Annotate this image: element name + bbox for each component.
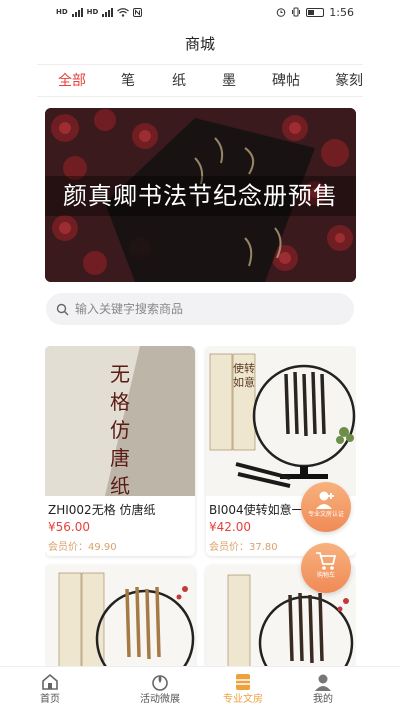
fab-label: 购物车 — [316, 572, 335, 579]
activity-icon — [152, 675, 168, 691]
search-icon — [56, 303, 69, 315]
nav-profile[interactable]: 我的 — [273, 667, 373, 711]
tab-ink[interactable]: 墨 — [222, 65, 236, 96]
cart-fab[interactable]: 购物车 — [301, 543, 351, 593]
tab-rubbings[interactable]: 碑帖 — [272, 65, 300, 96]
tab-seal-carving[interactable]: 篆刻 — [335, 65, 363, 96]
product-image: 无格仿唐纸 — [45, 346, 195, 496]
signal-icon-2 — [102, 7, 114, 17]
status-time: 1:56 — [329, 5, 354, 19]
brush-set-image — [206, 346, 356, 496]
promo-banner[interactable]: 颜真卿书法节纪念册预售 — [45, 108, 356, 282]
nav-label: 我的 — [313, 694, 333, 705]
category-tabs: 全部 笔 纸 墨 碑帖 篆刻 — [37, 64, 363, 97]
status-left: HD HD — [56, 7, 143, 17]
product-card[interactable] — [45, 565, 195, 666]
battery-icon — [306, 7, 325, 17]
page-title: 商城 — [184, 35, 215, 53]
nav-label: 首页 — [40, 694, 60, 705]
user-icon — [315, 674, 331, 691]
tab-all[interactable]: 全部 — [58, 65, 86, 96]
tab-paper[interactable]: 纸 — [172, 65, 186, 96]
hd-icon-2: HD — [86, 7, 99, 16]
banner-title: 颜真卿书法节纪念册预售 — [63, 182, 338, 210]
product-card[interactable]: 无格仿唐纸 ZHI002无格 仿唐纸 ¥56.00 会员价：49.90 — [45, 346, 195, 556]
shop-icon — [236, 674, 250, 690]
brush-set-image — [45, 565, 195, 666]
product-image: 使转如意 — [206, 346, 356, 496]
signal-icon — [71, 7, 83, 17]
fab-label: 专业文房认证 — [307, 511, 344, 518]
member-price: 会员价：49.90 — [48, 542, 117, 553]
product-image-text: 使转如意 — [233, 362, 255, 389]
hd-icon: HD — [56, 7, 68, 16]
search-bar[interactable] — [46, 293, 354, 325]
status-bar: HD HD 1:56 — [0, 0, 400, 24]
wifi-icon — [117, 7, 130, 17]
search-input[interactable] — [75, 302, 335, 316]
bottom-nav: 首页 活动微展 专业文房 我的 — [0, 666, 400, 711]
user-add-icon — [316, 491, 334, 509]
vibrate-icon — [292, 7, 301, 17]
product-name: ZHI002无格 仿唐纸 — [48, 503, 156, 516]
home-icon — [42, 673, 58, 690]
product-image-text: 无格仿唐纸 — [110, 362, 130, 496]
product-image — [45, 565, 195, 666]
nfc-icon — [133, 7, 143, 17]
cart-icon — [316, 552, 337, 570]
status-right: 1:56 — [276, 6, 354, 19]
nav-home[interactable]: 首页 — [0, 667, 100, 711]
alarm-icon — [276, 8, 286, 17]
tab-brush[interactable]: 笔 — [121, 65, 135, 96]
upload-fab[interactable]: 专业文房认证 — [301, 482, 351, 532]
product-price: ¥56.00 — [48, 520, 90, 534]
